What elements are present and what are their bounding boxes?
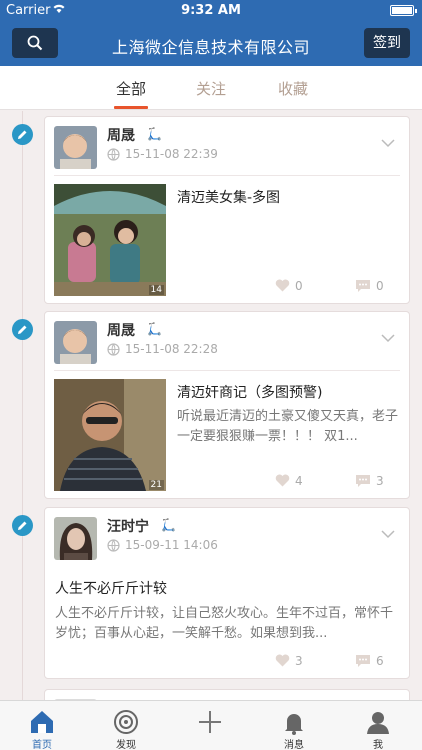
image-count-badge: 14	[148, 285, 164, 295]
avatar[interactable]	[54, 126, 97, 169]
person-icon	[367, 712, 389, 734]
active-tab-indicator	[114, 106, 148, 109]
chevron-down-icon[interactable]	[381, 139, 395, 148]
author-name[interactable]: 周晟	[107, 125, 135, 145]
pencil-icon	[12, 515, 33, 536]
scooter-icon: 🛴	[147, 127, 162, 141]
comment-count: 0	[376, 279, 384, 293]
post-excerpt[interactable]: 听说最近清迈的土豪又傻又天真，老子一定要狠狠赚一票！！！ 双1...	[177, 407, 402, 447]
post-card[interactable]: 汪时宁 🛴 15-09-11 14:06 人生不必斤斤计较 人生不必斤斤计较，让…	[44, 507, 410, 679]
plus-icon	[199, 711, 221, 733]
tab-messages[interactable]: 消息	[252, 701, 336, 750]
like-count: 3	[295, 654, 303, 668]
tab-all[interactable]: 全部	[101, 78, 161, 99]
compass-icon	[114, 710, 138, 734]
post-thumbnail[interactable]: 21	[54, 379, 166, 491]
like-count: 0	[295, 279, 303, 293]
post-thumbnail[interactable]: 14	[54, 184, 166, 296]
tab-me[interactable]: 我	[336, 701, 420, 750]
tab-label: 首页	[32, 740, 52, 750]
heart-icon[interactable]	[275, 279, 290, 292]
bell-icon	[285, 714, 303, 735]
comment-icon[interactable]	[355, 474, 371, 488]
comment-count: 6	[376, 654, 384, 668]
status-bar: Carrier 9:32 AM	[0, 0, 422, 22]
search-icon	[27, 35, 43, 51]
avatar[interactable]	[54, 517, 97, 560]
post-date: 15-09-11 14:06	[125, 538, 218, 552]
tab-home[interactable]: 首页	[0, 701, 84, 750]
author-name[interactable]: 汪时宁	[107, 516, 149, 536]
signin-button[interactable]: 签到	[364, 28, 410, 58]
post-date: 15-11-08 22:28	[125, 342, 218, 356]
tab-following[interactable]: 关注	[181, 78, 241, 99]
divider	[54, 175, 400, 176]
post-card[interactable]: 周晟 🛴 15-11-08 22:39 14 清迈美女集-多图 0 0	[44, 116, 410, 304]
post-excerpt[interactable]: 人生不必斤斤计较，让自己怒火攻心。生年不过百，常怀千岁忧；百事从心起，一笑解千愁…	[55, 604, 399, 644]
search-button[interactable]	[12, 28, 58, 58]
like-count: 4	[295, 474, 303, 488]
nav-bar: 上海微企信息技术有限公司 签到	[0, 22, 422, 66]
scooter-icon: 🛴	[161, 518, 176, 532]
heart-icon[interactable]	[275, 654, 290, 667]
comment-icon[interactable]	[355, 279, 371, 293]
segment-tabs: 全部 关注 收藏	[0, 66, 422, 110]
pencil-icon	[12, 124, 33, 145]
post-date: 15-11-08 22:39	[125, 147, 218, 161]
tab-label: 消息	[284, 740, 304, 750]
tab-favorites[interactable]: 收藏	[263, 78, 323, 99]
post-card[interactable]: 周晟 🛴 15-11-08 22:28 21 清迈奸商记（多图预警) 听说最近清…	[44, 311, 410, 499]
comment-count: 3	[376, 474, 384, 488]
post-title[interactable]: 清迈奸商记（多图预警)	[177, 382, 322, 402]
chevron-down-icon[interactable]	[381, 530, 395, 539]
globe-icon	[107, 343, 120, 356]
bottom-tab-bar: 首页 发现 消息 我	[0, 700, 422, 750]
tab-label: 我	[373, 740, 383, 750]
globe-icon	[107, 539, 120, 552]
post-card[interactable]	[44, 689, 410, 700]
timeline-line	[22, 111, 23, 700]
scooter-icon: 🛴	[147, 322, 162, 336]
page-title: 上海微企信息技术有限公司	[111, 38, 310, 57]
pencil-icon	[12, 319, 33, 340]
image-count-badge: 21	[148, 480, 164, 490]
post-title[interactable]: 清迈美女集-多图	[177, 187, 280, 207]
author-name[interactable]: 周晟	[107, 320, 135, 340]
avatar[interactable]	[54, 321, 97, 364]
globe-icon	[107, 148, 120, 161]
divider	[54, 370, 400, 371]
battery-icon	[390, 5, 417, 16]
heart-icon[interactable]	[275, 474, 290, 487]
home-icon	[31, 711, 53, 733]
clock: 9:32 AM	[181, 3, 241, 18]
comment-icon[interactable]	[355, 654, 371, 668]
tab-new-post[interactable]	[168, 701, 252, 750]
tab-label: 发现	[116, 740, 136, 750]
tab-discover[interactable]: 发现	[84, 701, 168, 750]
feed[interactable]: 周晟 🛴 15-11-08 22:39 14 清迈美女集-多图 0 0 周晟 🛴…	[0, 111, 422, 700]
chevron-down-icon[interactable]	[381, 334, 395, 343]
post-title[interactable]: 人生不必斤斤计较	[55, 578, 167, 598]
